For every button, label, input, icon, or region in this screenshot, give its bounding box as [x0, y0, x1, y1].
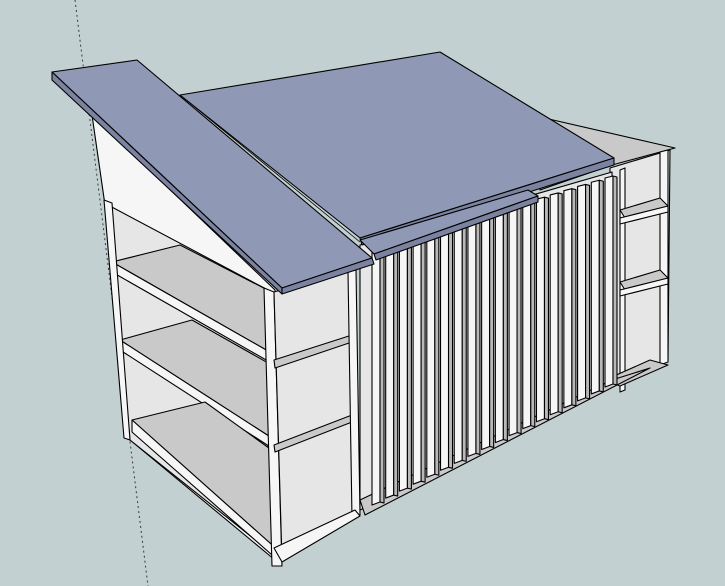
wall-slat-side [530, 200, 536, 428]
wall-slat [535, 196, 546, 423]
wall-slat-side [598, 179, 604, 393]
wall-slat-side [516, 205, 522, 435]
3d-viewport[interactable] [0, 0, 725, 586]
wall-slat-side [585, 183, 591, 400]
wall-slat [439, 226, 450, 471]
wall-slat-side [571, 188, 577, 407]
wall-slat-side [489, 213, 495, 449]
wall-slat [426, 230, 436, 478]
wall-slat-side [420, 234, 426, 483]
wall-slat [398, 238, 408, 492]
wall-slat-side [447, 226, 454, 469]
wall-slat-side [502, 209, 508, 442]
wall-slat [563, 188, 573, 409]
wall-slat [481, 213, 491, 451]
wall-slat [412, 234, 422, 485]
wall-slat [549, 192, 559, 416]
wall-slat-side [461, 222, 467, 462]
wall-slat-side [475, 217, 481, 455]
wall-slat-side [406, 238, 412, 490]
wall-slat [604, 175, 614, 388]
wall-slat-side [612, 175, 618, 386]
wall-slat-side [379, 247, 385, 504]
wall-slat [467, 217, 477, 457]
wall-slat [522, 200, 532, 430]
wall-slat [385, 243, 395, 499]
wall-slat-side [434, 230, 440, 476]
model-scene[interactable] [0, 0, 725, 586]
wall-slat-side [557, 192, 563, 414]
wall-slat [590, 179, 600, 395]
wall-slat [453, 222, 463, 464]
wall-slat-side [543, 196, 550, 421]
wall-slat-side [393, 243, 399, 497]
wall-slat [371, 247, 381, 506]
wall-slat [508, 205, 518, 437]
wall-slat [494, 209, 504, 444]
wall-slat [577, 183, 587, 402]
